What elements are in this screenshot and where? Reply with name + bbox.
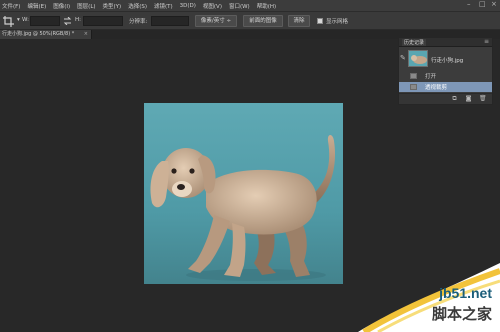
clear-button[interactable]: 清除 [288,15,310,27]
menu-edit[interactable]: 编辑(E) [27,2,46,10]
history-item[interactable]: 打开 [399,71,492,81]
menu-window[interactable]: 窗口(W) [229,2,250,10]
new-document-from-state-icon[interactable]: ⧉ [451,96,458,102]
options-bar: ▾ W: H: 分辨率: 像素/英寸 ÷ 前面的图像 清除 显示网格 [0,11,500,30]
dog-photo [144,103,343,284]
history-panel-title[interactable]: 历史记录 [402,39,427,46]
crop-tool-icon[interactable] [3,16,14,27]
camera-icon[interactable]: ◙ [465,96,472,102]
menu-layer[interactable]: 图层(L) [77,2,95,10]
dog-illustration [150,135,336,281]
window-controls: – □ × [467,1,497,8]
resolution-unit-select[interactable]: 像素/英寸 ÷ [195,15,237,27]
history-step-icon [410,84,417,90]
trash-icon[interactable]: 🗑 [479,96,487,102]
history-panel-footer: ⧉ ◙ 🗑 [399,93,492,104]
snapshot-name: 行走小狗.jpg [431,58,464,64]
watermark: jb51.net 脚本之家 [358,263,500,332]
menu-bar: 文件(F) 编辑(E) 图像(I) 图层(L) 类型(Y) 选择(S) 滤镜(T… [0,0,500,11]
snapshot-thumbnail [408,50,428,67]
history-snapshot[interactable]: ✎ 行走小狗.jpg [399,48,492,70]
menu-help[interactable]: 帮助(H) [257,2,276,10]
resolution-input[interactable] [151,16,189,26]
tool-preset-arrow-icon[interactable]: ▾ [17,17,20,23]
watermark-name: 脚本之家 [431,305,492,323]
history-item-label: 透视裁剪 [425,85,448,91]
history-item-active[interactable]: 透视裁剪 [399,82,492,92]
height-input[interactable] [83,16,123,26]
menu-select[interactable]: 选择(S) [128,2,147,10]
height-label: H: [75,17,81,23]
close-window-icon[interactable]: × [491,1,497,8]
panel-menu-icon[interactable]: ≡ [484,38,489,45]
history-item-label: 打开 [425,74,437,80]
document-tab[interactable]: 行走小狗.jpg @ 50%(RGB/8) * × [0,30,92,39]
close-tab-icon[interactable]: × [84,30,88,39]
history-step-icon [410,73,417,79]
menu-filter[interactable]: 滤镜(T) [154,2,173,10]
history-panel: 历史记录 ≡ ✎ 行走小狗.jpg 打开 透视裁剪 ⧉ ◙ 🗑 [398,37,493,105]
width-label: W: [22,17,29,23]
menu-view[interactable]: 视图(V) [203,2,222,10]
menu-type[interactable]: 类型(Y) [103,2,122,10]
menu-3d[interactable]: 3D(D) [180,3,196,9]
minimize-icon[interactable]: – [467,1,473,8]
front-image-button[interactable]: 前面的图像 [243,15,283,27]
show-grid-label: 显示网格 [326,19,349,25]
document-tab-title: 行走小狗.jpg @ 50%(RGB/8) * [2,31,75,37]
show-grid-checkbox[interactable] [317,18,323,24]
swap-icon[interactable] [63,17,72,25]
menu-image[interactable]: 图像(I) [53,2,70,10]
width-input[interactable] [30,16,60,26]
watermark-url: jb51.net [439,285,492,301]
history-brush-icon[interactable]: ✎ [400,54,406,62]
maximize-icon[interactable]: □ [479,1,486,8]
history-panel-header: 历史记录 ≡ [399,38,492,47]
resolution-label: 分辨率: [129,19,148,25]
menu-file[interactable]: 文件(F) [2,2,20,10]
